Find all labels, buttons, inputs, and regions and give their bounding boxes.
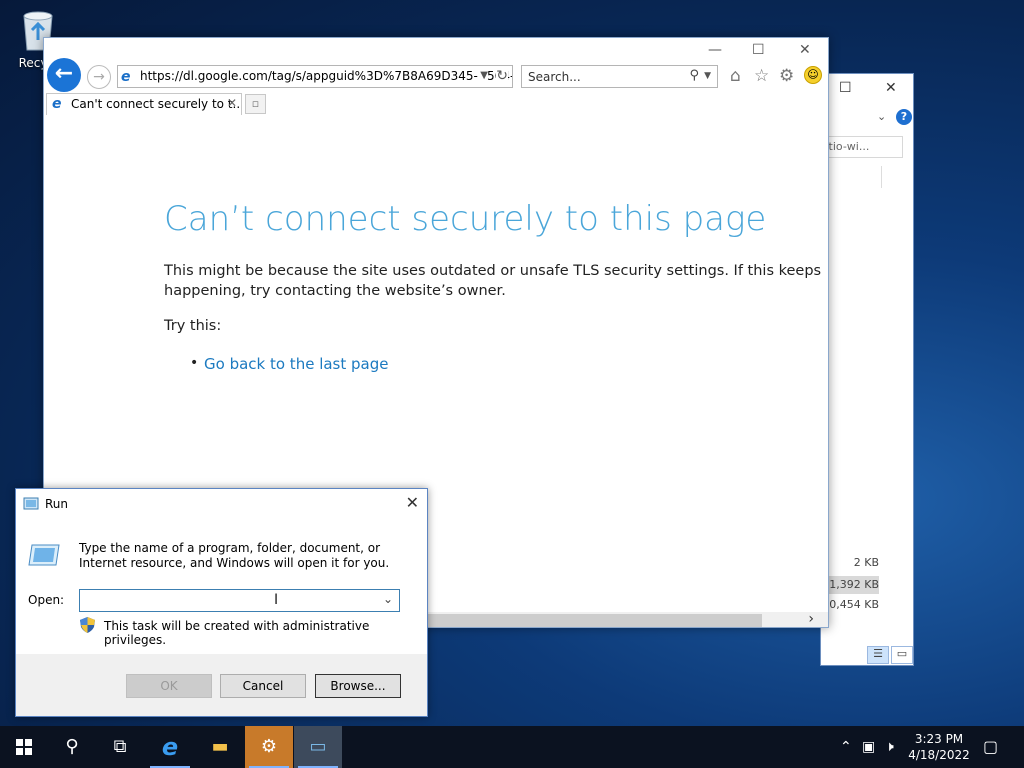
server-manager-icon[interactable]: ⚙: [245, 726, 293, 768]
home-icon[interactable]: ⌂: [730, 66, 741, 86]
minimize-icon[interactable]: —: [708, 42, 722, 58]
explorer-search-box[interactable]: rtio-wi...: [821, 136, 903, 158]
notifications-icon[interactable]: ▢: [983, 726, 998, 768]
ie-page-icon: e: [121, 69, 131, 85]
go-back-link[interactable]: Go back to the last page: [204, 355, 388, 373]
start-button[interactable]: [0, 726, 48, 768]
open-input[interactable]: [79, 589, 400, 612]
tab-close-icon[interactable]: ✕: [227, 96, 237, 110]
admin-privileges-note: This task will be created with administr…: [104, 619, 370, 647]
tab-title: Can't connect securely to t...: [71, 97, 242, 111]
close-icon[interactable]: ✕: [406, 493, 419, 512]
close-icon[interactable]: ✕: [885, 80, 897, 96]
file-explorer-icon[interactable]: ▬: [196, 726, 244, 768]
clock-date: 4/18/2022: [908, 748, 970, 762]
clock[interactable]: 3:23 PM 4/18/2022: [904, 731, 974, 763]
details-view-icon[interactable]: ☰: [867, 646, 889, 664]
back-button[interactable]: ←: [47, 58, 81, 92]
ie-tab-icon: e: [52, 96, 62, 112]
open-label: Open:: [28, 593, 65, 607]
chevron-down-icon[interactable]: ⌄: [877, 110, 886, 123]
scroll-right-icon[interactable]: ›: [808, 611, 814, 627]
network-icon[interactable]: ▣: [862, 726, 875, 768]
internet-explorer-icon[interactable]: e: [146, 726, 194, 768]
feedback-smiley-icon[interactable]: ☺: [804, 66, 822, 84]
show-hidden-icons-chevron-icon[interactable]: ⌃: [840, 726, 852, 768]
horizontal-scrollbar[interactable]: ›: [427, 611, 828, 627]
search-icon[interactable]: ⚲: [689, 68, 699, 83]
large-icons-view-icon[interactable]: ▭: [891, 646, 913, 664]
text-cursor-icon: I: [274, 592, 279, 608]
taskbar: ⚲ ⧉ e ▬ ⚙ ▭ ⌃ ▣ 🕨 3:23 PM 4/18/2022 ▢: [0, 726, 1024, 768]
explorer-caption: ☐ ✕: [821, 74, 913, 106]
volume-muted-icon[interactable]: 🕨: [885, 726, 894, 768]
task-view-icon[interactable]: ⧉: [96, 726, 144, 768]
ie-caption: — ☐ ✕: [44, 38, 828, 64]
file-size: 1,392 KB: [825, 576, 879, 594]
file-size: 0,454 KB: [829, 598, 879, 611]
new-tab-button[interactable]: ▫: [245, 94, 266, 114]
clock-time: 3:23 PM: [914, 732, 964, 746]
forward-button[interactable]: →: [87, 65, 111, 89]
refresh-icon[interactable]: ↻: [496, 68, 508, 84]
try-this-label: Try this:: [164, 318, 222, 334]
column-divider: [881, 166, 882, 188]
tab-current[interactable]: e Can't connect securely to t... ✕: [46, 93, 242, 115]
address-url: https://dl.google.com/tag/s/appguid%3D%7…: [140, 69, 513, 83]
explorer-window[interactable]: ☐ ✕ ⌄ ? rtio-wi... 2 KB 1,392 KB 0,454 K…: [820, 73, 914, 666]
maximize-icon[interactable]: ☐: [752, 42, 765, 58]
search-box[interactable]: Search... ⚲ ▼: [521, 65, 718, 88]
error-title: Can’t connect securely to this page: [164, 199, 767, 239]
close-icon[interactable]: ✕: [799, 42, 811, 58]
bullet: •: [190, 355, 199, 371]
scrollbar-thumb[interactable]: [427, 614, 762, 627]
file-size: 2 KB: [853, 556, 879, 569]
cancel-button[interactable]: Cancel: [220, 674, 306, 698]
ok-button[interactable]: OK: [126, 674, 212, 698]
run-program-icon: [28, 544, 60, 566]
address-bar[interactable]: e https://dl.google.com/tag/s/appguid%3D…: [117, 65, 513, 88]
search-placeholder: Search...: [528, 70, 581, 84]
chevron-down-icon[interactable]: ⌄: [383, 592, 393, 606]
run-dialog[interactable]: Run ✕ Type the name of a program, folder…: [15, 488, 428, 717]
dialog-title: Run: [45, 497, 69, 511]
help-icon[interactable]: ?: [896, 109, 912, 125]
error-description: This might be because the site uses outd…: [164, 263, 822, 299]
search-icon[interactable]: ⚲: [48, 726, 96, 768]
browse-button[interactable]: Browse...: [315, 674, 401, 698]
favorites-star-icon[interactable]: ☆: [754, 66, 769, 86]
maximize-icon[interactable]: ☐: [839, 80, 852, 96]
windows-logo-icon: [16, 739, 32, 755]
uac-shield-icon: [80, 617, 95, 633]
run-taskbar-icon[interactable]: ▭: [294, 726, 342, 768]
search-dropdown-icon[interactable]: ▼: [704, 71, 711, 81]
run-icon: [23, 497, 39, 510]
address-dropdown-icon[interactable]: ▼: [478, 70, 488, 81]
dialog-description: Type the name of a program, folder, docu…: [79, 541, 390, 570]
settings-gear-icon[interactable]: ⚙: [779, 66, 794, 86]
